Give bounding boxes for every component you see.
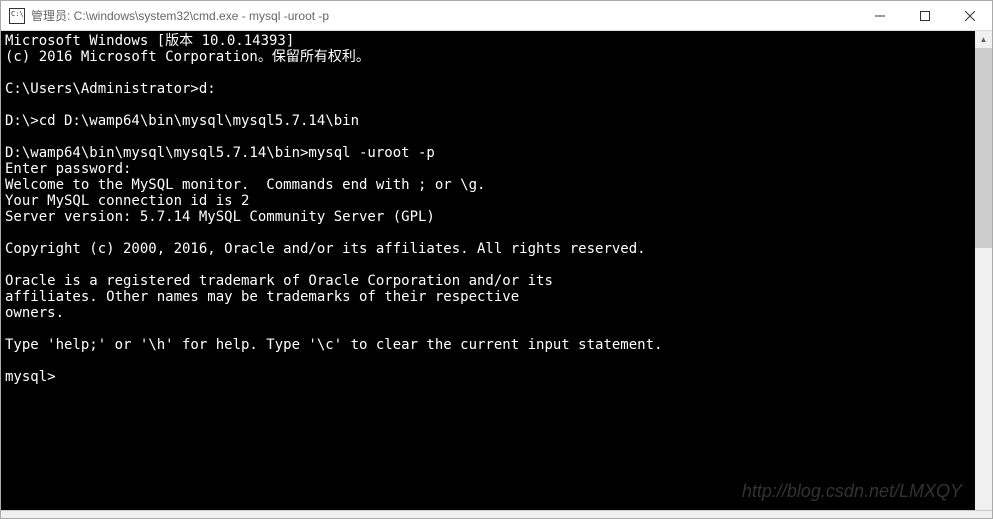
terminal-line <box>5 129 971 145</box>
minimize-icon <box>875 11 885 21</box>
terminal-line <box>5 97 971 113</box>
terminal-line: mysql> <box>5 369 971 385</box>
terminal-line: Copyright (c) 2000, 2016, Oracle and/or … <box>5 241 971 257</box>
terminal-line: Server version: 5.7.14 MySQL Community S… <box>5 209 971 225</box>
scroll-thumb[interactable] <box>975 48 992 248</box>
titlebar[interactable]: 管理员: C:\windows\system32\cmd.exe - mysql… <box>1 1 992 31</box>
maximize-button[interactable] <box>902 1 947 30</box>
terminal-line <box>5 65 971 81</box>
cmd-window: 管理员: C:\windows\system32\cmd.exe - mysql… <box>0 0 993 519</box>
terminal-line: Type 'help;' or '\h' for help. Type '\c'… <box>5 337 971 353</box>
terminal-line: (c) 2016 Microsoft Corporation。保留所有权利。 <box>5 49 971 65</box>
terminal-line: Your MySQL connection id is 2 <box>5 193 971 209</box>
titlebar-text: 管理员: C:\windows\system32\cmd.exe - mysql… <box>31 7 857 24</box>
window-controls <box>857 1 992 30</box>
terminal-line: C:\Users\Administrator>d: <box>5 81 971 97</box>
minimize-button[interactable] <box>857 1 902 30</box>
terminal-line <box>5 225 971 241</box>
terminal-line: Enter password: <box>5 161 971 177</box>
terminal-line: affiliates. Other names may be trademark… <box>5 289 971 305</box>
terminal-line <box>5 321 971 337</box>
terminal-line <box>5 257 971 273</box>
close-button[interactable] <box>947 1 992 30</box>
terminal-area: Microsoft Windows [版本 10.0.14393](c) 201… <box>1 31 992 510</box>
terminal-line <box>5 353 971 369</box>
terminal-line: D:\>cd D:\wamp64\bin\mysql\mysql5.7.14\b… <box>5 113 971 129</box>
scrollbar[interactable]: ▲ <box>975 31 992 510</box>
terminal-output[interactable]: Microsoft Windows [版本 10.0.14393](c) 201… <box>1 31 975 510</box>
terminal-line: owners. <box>5 305 971 321</box>
terminal-line: Oracle is a registered trademark of Orac… <box>5 273 971 289</box>
statusbar <box>1 510 992 518</box>
terminal-line: D:\wamp64\bin\mysql\mysql5.7.14\bin>mysq… <box>5 145 971 161</box>
cmd-icon <box>9 8 25 24</box>
scroll-up-arrow[interactable]: ▲ <box>975 31 992 48</box>
maximize-icon <box>920 11 930 21</box>
close-icon <box>965 11 975 21</box>
terminal-line: Welcome to the MySQL monitor. Commands e… <box>5 177 971 193</box>
terminal-line: Microsoft Windows [版本 10.0.14393] <box>5 33 971 49</box>
